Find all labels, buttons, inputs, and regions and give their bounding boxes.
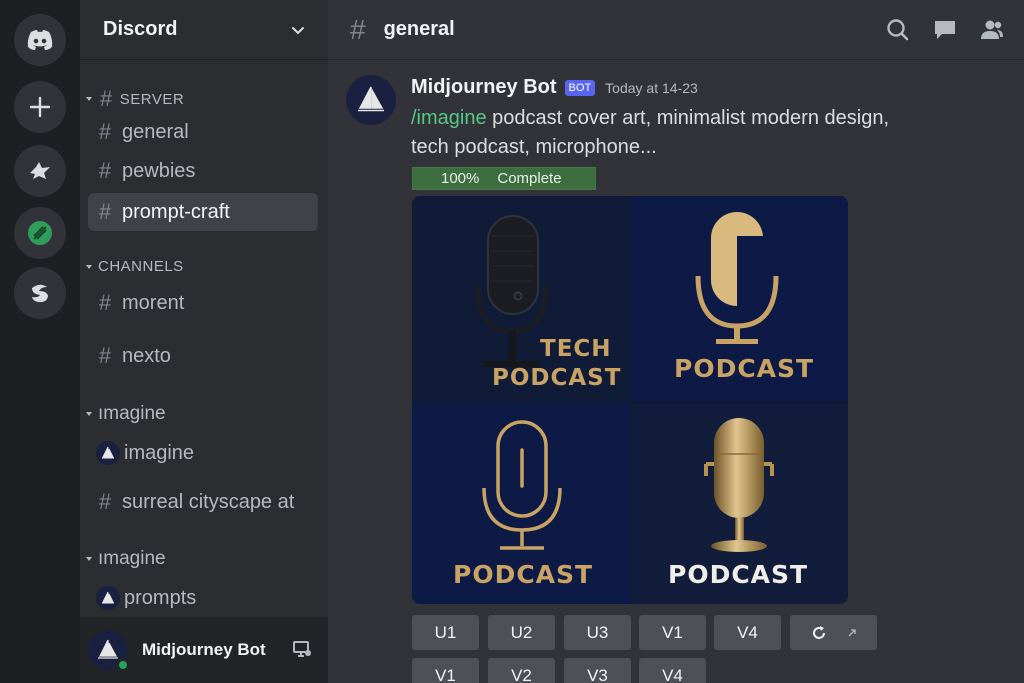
variation-4-button[interactable]: V4 [714, 615, 781, 650]
reroll-button[interactable] [790, 615, 877, 650]
caret-icon [83, 261, 95, 273]
command-text: /imagine [411, 107, 487, 129]
caret-icon [83, 408, 95, 420]
cover-title: PODCAST [453, 560, 594, 589]
category-imagine[interactable]: ımagine [80, 403, 166, 425]
plus-icon [29, 96, 51, 118]
members-icon[interactable] [979, 17, 1005, 43]
channel-label: general [122, 120, 189, 143]
caret-icon [83, 93, 95, 105]
progress-percent: 100% [441, 170, 480, 187]
channel-pewbies[interactable]: # pewbies [88, 152, 318, 190]
category-label: CHANNELS [98, 258, 184, 275]
image-1[interactable]: TECH PODCAST [412, 196, 630, 400]
variation-1-button-row2[interactable]: V1 [412, 658, 479, 683]
category-imagine-2[interactable]: ımagine [80, 548, 166, 570]
sailboat-avatar-icon [96, 441, 120, 465]
image-3[interactable]: PODCAST [412, 404, 630, 604]
category-label: ımagine [98, 403, 166, 424]
image-2[interactable]: PODCAST [632, 196, 848, 400]
image-4[interactable]: PODCAST [632, 404, 848, 604]
cover-title: PODCAST [674, 354, 815, 383]
channel-topbar: # general [328, 0, 1024, 60]
message-timestamp: Today at 14-23 [605, 79, 698, 96]
variation-3-button[interactable]: V3 [564, 658, 631, 683]
channel-label: prompts [124, 586, 197, 609]
bird-icon [30, 162, 50, 179]
user-panel: Midjourney Bot [80, 617, 328, 683]
avatar[interactable] [88, 630, 130, 672]
channel-imagine[interactable]: imagine [88, 434, 318, 472]
channel-title: general [383, 18, 455, 40]
guild-header[interactable]: Discord [80, 0, 328, 60]
sailboat-icon [358, 86, 384, 112]
cover-title-line2: PODCAST [492, 365, 622, 391]
refresh-icon [812, 625, 825, 639]
message-header: Midjourney Bot BOT Today at 14-23 [411, 76, 698, 99]
channel-surreal-cityscape[interactable]: # surreal cityscape at [88, 483, 318, 521]
image-grid[interactable]: TECH PODCAST PODCAST PODCAST PODCAST [412, 196, 848, 604]
screen-share-icon[interactable] [292, 639, 312, 659]
cover-title: PODCAST [668, 560, 809, 589]
add-server-button[interactable] [14, 81, 66, 133]
message-author[interactable]: Midjourney Bot [411, 76, 557, 99]
upscale-2-button[interactable]: U2 [488, 615, 555, 650]
chat-area: # general Midjourney Bot BOT Today at 14… [328, 0, 1024, 683]
category-label: SERVER [119, 90, 185, 108]
bot-badge: BOT [564, 79, 596, 96]
channel-label: nexto [122, 344, 171, 367]
channel-morent[interactable]: # morent [88, 284, 318, 322]
channel-label: prompt-craft [122, 200, 230, 223]
prompt-text-line1: podcast cover art, minimalist modern des… [486, 107, 890, 129]
variation-2-button[interactable]: V2 [488, 658, 555, 683]
hash-icon: # [98, 119, 112, 144]
server-rail [0, 0, 80, 683]
user-name: Midjourney Bot [142, 640, 266, 659]
channel-prompts[interactable]: prompts [88, 579, 318, 617]
message-content: /imagine podcast cover art, minimalist m… [411, 104, 971, 162]
channel-prompt-craft[interactable]: # prompt-craft [88, 193, 318, 231]
sailboat-avatar-icon [96, 586, 120, 610]
swirl-icon [32, 284, 48, 303]
channel-general[interactable]: # general [88, 113, 318, 151]
search-icon[interactable] [885, 17, 911, 43]
server-icon-3[interactable] [14, 267, 66, 319]
prompt-text-line2: tech podcast, microphone... [411, 136, 657, 158]
server-icon-2[interactable] [14, 207, 66, 259]
channel-label: imagine [124, 441, 195, 464]
channel-label: surreal cityscape at [122, 490, 295, 513]
chevron-down-icon [292, 27, 304, 35]
hash-icon: # [100, 86, 113, 111]
hash-icon: # [98, 290, 112, 315]
avatar[interactable] [346, 75, 396, 125]
upscale-3-button[interactable]: U3 [564, 615, 631, 650]
channel-nexto[interactable]: # nexto [88, 337, 318, 375]
channel-sidebar: Discord # SERVER # general # pewbies # p… [80, 0, 328, 683]
hash-icon: # [98, 489, 112, 514]
variation-1-button[interactable]: V1 [639, 615, 706, 650]
threads-icon[interactable] [932, 17, 958, 43]
upscale-1-button[interactable]: U1 [412, 615, 479, 650]
online-status-icon [116, 658, 130, 672]
variation-4-button-row2[interactable]: V4 [639, 658, 706, 683]
category-server[interactable]: # SERVER [80, 86, 184, 112]
hash-icon: # [98, 343, 112, 368]
channel-label: morent [122, 291, 185, 314]
leaf-icon [28, 221, 52, 245]
server-icon-1[interactable] [14, 145, 66, 197]
progress-bar: 100% Complete [412, 167, 596, 190]
hash-icon: # [98, 158, 112, 183]
discord-logo-icon [27, 30, 53, 50]
category-channels[interactable]: CHANNELS [80, 258, 184, 275]
progress-label: Complete [497, 170, 562, 187]
hash-icon: # [350, 13, 366, 45]
external-arrow-icon [848, 628, 856, 636]
category-label: ımagine [98, 548, 166, 569]
hash-icon: # [98, 199, 112, 224]
cover-title-line1: TECH [540, 336, 612, 362]
channel-label: pewbies [122, 159, 196, 182]
guild-name: Discord [103, 18, 178, 40]
discord-home-button[interactable] [14, 14, 66, 66]
caret-icon [83, 553, 95, 565]
